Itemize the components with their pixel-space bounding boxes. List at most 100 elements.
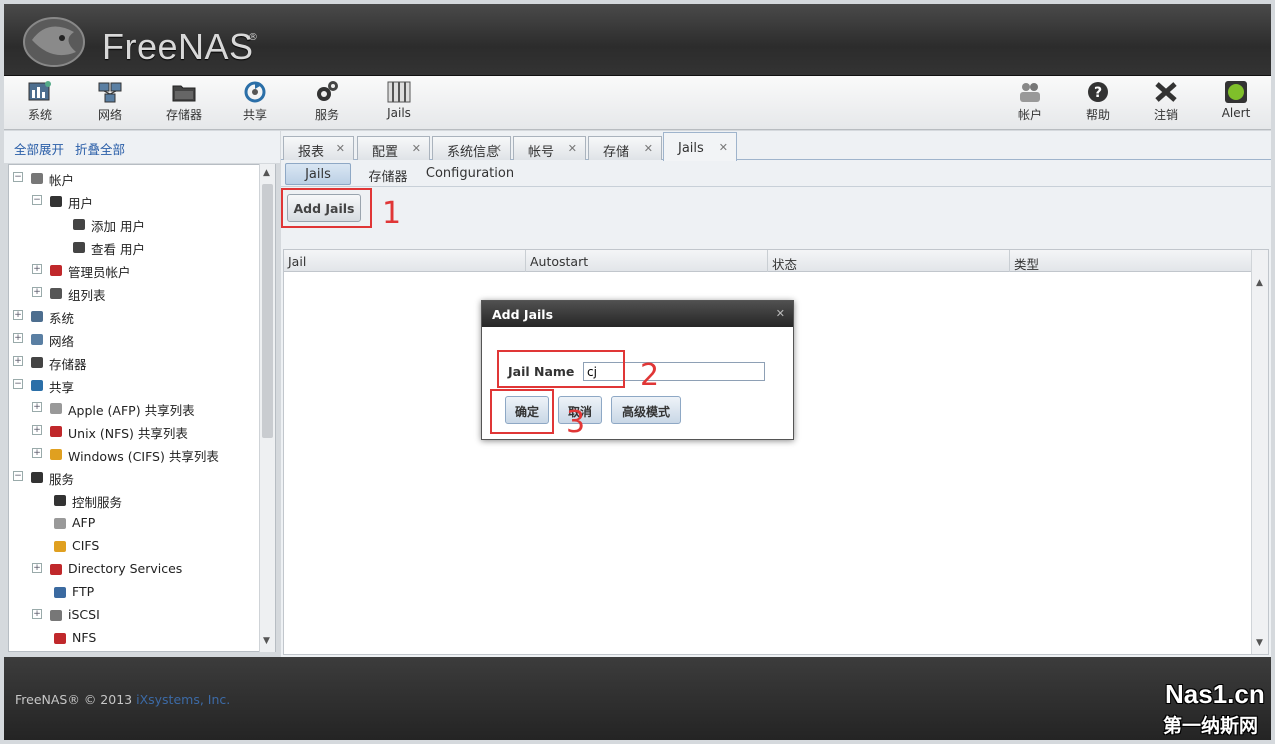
tab-label: 存储 [603,145,630,160]
subtab-storage[interactable]: 存储器 [361,163,415,185]
tab-storage[interactable]: 存储 ✕ [588,136,662,160]
svg-text:?: ? [1094,85,1102,101]
expand-icon[interactable]: + [13,356,23,366]
table-scrollbar[interactable]: ▲ ▼ [1251,250,1268,654]
tab-settings[interactable]: 配置 ✕ [357,136,430,160]
subtab-configuration[interactable]: Configuration [424,163,516,185]
bsd-icon [52,630,68,646]
toolbar-sharing-label: 共享 [242,108,267,122]
jails-icon [387,81,411,103]
collapse-icon[interactable]: − [13,471,23,481]
tree-scroll-thumb[interactable] [262,184,273,438]
column-header-autostart[interactable]: Autostart [526,250,768,272]
tree-item-label: NFS [72,630,97,645]
column-header-jail[interactable]: Jail [284,250,526,272]
expand-icon[interactable]: + [32,264,42,274]
collapse-icon[interactable]: − [13,172,23,182]
column-header-type[interactable]: 类型 [1010,250,1252,272]
toolbar-help[interactable]: ? 帮助 [1068,80,1128,126]
toolbar-network[interactable]: 网络 [80,80,140,126]
toolbar-account[interactable]: 帐户 [1000,80,1060,126]
tab-account[interactable]: 帐号 ✕ [513,136,586,160]
copyright-text: FreeNAS® © 2013 [15,692,137,707]
toolbar-sharing[interactable]: 共享 [225,80,285,126]
tree-item-label: Apple (AFP) 共享列表 [68,403,195,418]
nav-tree: − 帐户 − 用户 添加 用户 查看 用户 + 管理员帐户 + 组列表 + 系统 + 网络 + 存储器 − 共享 +… [8,164,276,652]
tab-label: 报表 [298,145,325,160]
close-icon[interactable]: ✕ [644,142,653,155]
subtab-jails[interactable]: Jails [285,163,351,185]
sharing-icon [244,81,266,103]
scroll-up-icon[interactable]: ▲ [263,168,270,178]
expand-icon[interactable]: + [13,333,23,343]
alert-icon [1225,81,1247,103]
ftp-icon [52,584,68,600]
expand-icon[interactable]: + [32,609,42,619]
expand-icon[interactable]: + [32,425,42,435]
accounts-icon [29,170,45,186]
admin-icon [48,262,64,278]
advanced-mode-button[interactable]: 高级模式 [611,396,681,424]
expand-icon[interactable]: + [13,310,23,320]
tree-item-label: Windows (CIFS) 共享列表 [68,449,219,464]
expand-icon[interactable]: + [32,448,42,458]
toolbar-system[interactable]: 系统 [10,80,70,126]
scroll-down-icon[interactable]: ▼ [263,636,270,646]
step-label-3: 3 [566,405,586,440]
tab-label: 帐号 [528,145,555,160]
close-icon[interactable]: ✕ [776,307,785,320]
table-header: Jail Autostart 状态 类型 [284,250,1252,272]
column-header-status[interactable]: 状态 [768,250,1010,272]
tree-scrollbar[interactable]: ▲ ▼ [259,164,275,652]
tree-item-label: 系统 [49,311,75,326]
expand-icon[interactable]: + [32,402,42,412]
tab-reports[interactable]: 报表 ✕ [283,136,354,160]
tree-item-label: 帐户 [49,173,75,188]
storage-icon [172,85,196,102]
toolbar-services-label: 服务 [314,108,339,122]
system-icon [29,308,45,324]
network-icon [98,82,122,103]
groups-icon [48,285,64,301]
toolbar-services[interactable]: 服务 [297,80,357,126]
expand-all-link[interactable]: 全部展开 [14,139,64,158]
dialog-title: Add Jails ✕ [482,301,793,327]
apple-icon [48,400,64,416]
tab-label: Jails [678,141,704,156]
tree-item-label: 网络 [49,334,75,349]
tree-item-label: 服务 [49,472,75,487]
services-icon [29,469,45,485]
toolbar-alert-label: Alert [1221,106,1251,120]
ixsystems-link[interactable]: iXsystems, Inc. [136,692,230,707]
tree-item-label: CIFS [72,538,100,553]
close-icon[interactable]: ✕ [719,141,728,154]
toolbar-help-label: 帮助 [1085,108,1110,122]
close-icon[interactable]: ✕ [336,142,345,155]
scroll-up-icon[interactable]: ▲ [1256,278,1263,288]
toolbar-storage[interactable]: 存储器 [154,80,214,126]
view-users-icon [71,239,87,255]
toolbar-jails-label: Jails [387,106,411,120]
close-icon[interactable]: ✕ [493,142,502,155]
close-icon[interactable]: ✕ [412,142,421,155]
close-icon[interactable]: ✕ [568,142,577,155]
watermark-site: Nas1.cn [1165,679,1265,709]
scroll-down-icon[interactable]: ▼ [1256,638,1263,648]
user-icon [48,193,64,209]
tab-system-info[interactable]: 系统信息 ✕ [432,136,511,160]
logout-icon [1155,82,1177,102]
tab-jails[interactable]: Jails ✕ [663,132,737,161]
collapse-icon[interactable]: − [13,379,23,389]
collapse-icon[interactable]: − [32,195,42,205]
tree-item-label: Unix (NFS) 共享列表 [68,426,188,441]
tab-label: 配置 [372,145,399,160]
freenas-logo: FreeNAS ® [18,10,258,70]
collapse-all-link[interactable]: 折叠全部 [75,139,125,158]
help-icon: ? [1088,82,1108,102]
expand-icon[interactable]: + [32,563,42,573]
toolbar-alert[interactable]: Alert [1206,80,1266,126]
control-services-icon [52,492,68,508]
expand-icon[interactable]: + [32,287,42,297]
toolbar-logout[interactable]: 注销 [1136,80,1196,126]
toolbar-jails[interactable]: Jails [369,80,429,126]
